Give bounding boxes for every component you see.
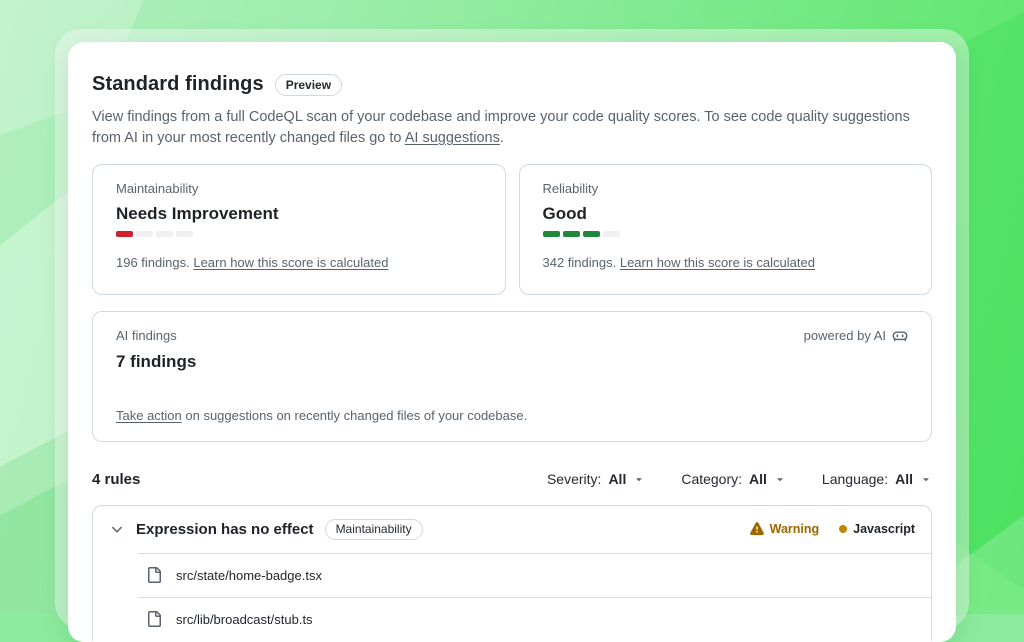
chevron-down-icon <box>774 473 786 485</box>
rule-group-card: Expression has no effect Maintainability… <box>92 505 932 641</box>
preview-badge: Preview <box>275 74 342 96</box>
ai-findings-count: 7 findings <box>116 352 908 372</box>
filter-label: Category: <box>681 471 742 487</box>
findings-count: 342 findings. <box>543 255 620 270</box>
meter-segment-filled <box>583 231 600 237</box>
ai-action-text: on suggestions on recently changed files… <box>182 408 527 423</box>
page-title: Standard findings <box>92 73 264 96</box>
file-row[interactable]: src/lib/broadcast/stub.ts <box>138 597 931 641</box>
copilot-icon <box>892 328 908 344</box>
filter-label: Language: <box>822 471 888 487</box>
score-meter <box>543 231 909 237</box>
filter-dropdowns: Severity: All Category: All Language: Al… <box>547 471 932 487</box>
filter-value: All <box>895 471 913 487</box>
rules-count: 4 rules <box>92 471 140 488</box>
reliability-card: Reliability Good 342 findings. Learn how… <box>519 164 933 295</box>
description-text-end: . <box>500 130 504 146</box>
page-header: Standard findings Preview <box>92 73 932 96</box>
chevron-down-icon[interactable] <box>109 521 125 537</box>
powered-by-ai: powered by AI <box>804 328 908 344</box>
page-description: View findings from a full CodeQL scan of… <box>92 107 932 149</box>
filter-value: All <box>749 471 767 487</box>
file-icon <box>146 567 162 583</box>
rule-category-badge: Maintainability <box>325 519 423 540</box>
language-indicator: Javascript <box>839 522 915 536</box>
severity-filter[interactable]: Severity: All <box>547 471 645 487</box>
meter-segment-empty <box>176 231 193 237</box>
ai-findings-card: AI findings powered by AI 7 findings Tak… <box>92 311 932 442</box>
meter-segment-empty <box>603 231 620 237</box>
file-row[interactable]: src/state/home-badge.tsx <box>138 553 931 597</box>
findings-count: 196 findings. <box>116 255 193 270</box>
chevron-down-icon <box>633 473 645 485</box>
rule-meta: Warning Javascript <box>750 522 915 536</box>
category-filter[interactable]: Category: All <box>681 471 786 487</box>
filters-row: 4 rules Severity: All Category: All Lang… <box>92 471 932 488</box>
language-dot-icon <box>839 525 847 533</box>
severity-indicator: Warning <box>750 522 820 536</box>
score-explainer-link[interactable]: Learn how this score is calculated <box>620 255 815 270</box>
severity-label: Warning <box>770 522 820 536</box>
filter-label: Severity: <box>547 471 601 487</box>
filter-value: All <box>608 471 626 487</box>
meter-segment-filled <box>563 231 580 237</box>
score-explainer-link[interactable]: Learn how this score is calculated <box>193 255 388 270</box>
maintainability-card: Maintainability Needs Improvement 196 fi… <box>92 164 506 295</box>
score-meter <box>116 231 482 237</box>
rule-title: Expression has no effect <box>136 521 314 538</box>
score-value: Good <box>543 204 909 224</box>
language-label: Javascript <box>853 522 915 536</box>
file-path: src/state/home-badge.tsx <box>176 568 322 583</box>
findings-summary: 342 findings. Learn how this score is ca… <box>543 255 909 270</box>
card-label: Reliability <box>543 181 909 196</box>
ai-card-header: AI findings powered by AI <box>116 328 908 344</box>
meter-segment-empty <box>136 231 153 237</box>
powered-by-label: powered by AI <box>804 328 886 343</box>
warning-icon <box>750 522 764 536</box>
meter-segment-empty <box>156 231 173 237</box>
rule-header[interactable]: Expression has no effect Maintainability… <box>93 506 931 553</box>
findings-summary: 196 findings. Learn how this score is ca… <box>116 255 482 270</box>
meter-segment-filled <box>543 231 560 237</box>
card-label: Maintainability <box>116 181 482 196</box>
score-value: Needs Improvement <box>116 204 482 224</box>
meter-segment-filled <box>116 231 133 237</box>
language-filter[interactable]: Language: All <box>822 471 932 487</box>
standard-findings-panel: Standard findings Preview View findings … <box>68 42 956 642</box>
take-action-link[interactable]: Take action <box>116 408 182 423</box>
card-label: AI findings <box>116 328 177 343</box>
chevron-down-icon <box>920 473 932 485</box>
score-cards-row: Maintainability Needs Improvement 196 fi… <box>92 164 932 295</box>
ai-action-line: Take action on suggestions on recently c… <box>116 408 908 423</box>
file-icon <box>146 611 162 627</box>
ai-suggestions-link[interactable]: AI suggestions <box>405 130 500 146</box>
